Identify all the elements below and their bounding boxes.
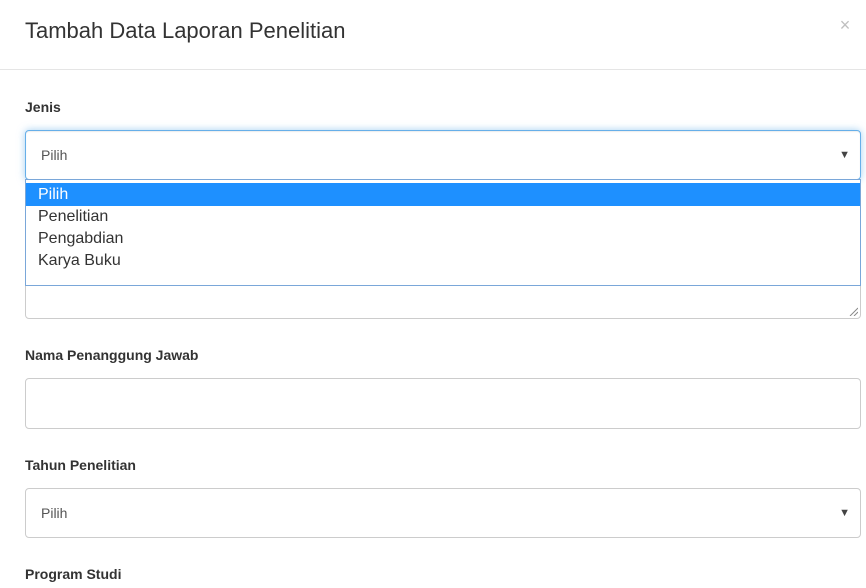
dropdown-option-pengabdian[interactable]: Pengabdian [26,227,860,250]
caret-down-icon: ▼ [839,149,850,161]
jenis-dropdown-list: Pilih Penelitian Pengabdian Karya Buku [25,179,861,286]
dropdown-option-pilih[interactable]: Pilih [26,183,860,206]
nama-penanggung-jawab-label: Nama Penanggung Jawab [25,347,199,363]
dropdown-option-karya-buku[interactable]: Karya Buku [26,249,860,272]
tahun-penelitian-selected-value: Pilih [41,505,68,521]
close-icon[interactable]: × [836,16,854,34]
jenis-select[interactable]: Pilih ▼ [25,130,861,180]
resize-grip-icon[interactable] [848,306,858,316]
modal-header: Tambah Data Laporan Penelitian × [0,0,866,70]
modal-title: Tambah Data Laporan Penelitian [25,18,346,43]
tahun-penelitian-select[interactable]: Pilih ▼ [25,488,861,538]
jenis-selected-value: Pilih [41,147,68,163]
program-studi-label: Program Studi [25,566,122,582]
caret-down-icon: ▼ [839,507,850,519]
nama-penanggung-jawab-input[interactable] [25,378,861,429]
dropdown-option-penelitian[interactable]: Penelitian [26,205,860,228]
tahun-penelitian-label: Tahun Penelitian [25,457,136,473]
jenis-label: Jenis [25,99,61,115]
